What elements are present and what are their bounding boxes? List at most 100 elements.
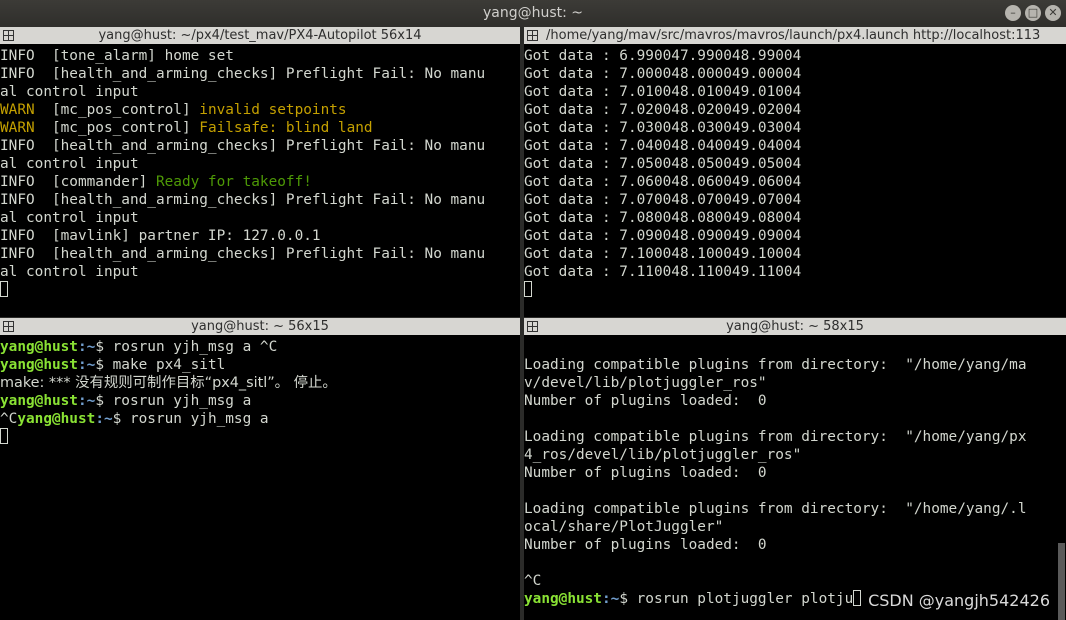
terminal-line: Got data : 7.080048.080049.08004 (524, 210, 802, 226)
log-segment: WARN (0, 102, 52, 118)
window-titlebar: yang@hust: ~ – □ ✕ (0, 0, 1066, 27)
terminal-line: yang@hust:~$ rosrun yjh_msg a (0, 392, 508, 410)
terminal-line: 4_ros/devel/lib/plotjuggler_ros" (524, 447, 802, 463)
terminal-line: Got data : 7.060048.060049.06004 (524, 174, 802, 190)
prompt-user: yang@hust (0, 339, 78, 355)
command-text: $ rosrun yjh_msg a (112, 411, 269, 427)
terminal-line: yang@hust:~$ rosrun yjh_msg a ^C (0, 338, 508, 356)
terminal-line: Got data : 7.020048.020049.02004 (524, 102, 802, 118)
terminal-line: make: *** 没有规则可制作目标“px4_sitl”。 停止。 (0, 374, 508, 392)
log-segment: INFO [commander] (0, 174, 156, 190)
log-segment: al control input (0, 210, 139, 226)
terminal-output[interactable]: Loading compatible plugins from director… (524, 338, 1054, 620)
log-segment: INFO [health_and_arming_checks] Prefligh… (0, 192, 486, 208)
prompt-user: yang@hust (17, 411, 96, 427)
terminal-line: Got data : 7.070048.070049.07004 (524, 192, 802, 208)
watermark-text: CSDN @yangjh542426 (868, 591, 1050, 610)
terminal-line: al control input (0, 209, 508, 227)
pane-header: yang@hust: ~ 56x15 (0, 318, 520, 335)
log-segment: invalid setpoints (199, 102, 347, 118)
terminal-line: ^Cyang@hust:~$ rosrun yjh_msg a (0, 410, 508, 428)
terminal-line: INFO [health_and_arming_checks] Prefligh… (0, 137, 508, 155)
terminal-line: Loading compatible plugins from director… (524, 357, 1027, 373)
window-title: yang@hust: ~ (482, 5, 584, 21)
terminal-line: Got data : 7.000048.000049.00004 (524, 66, 802, 82)
terminal-line: Loading compatible plugins from director… (524, 429, 1027, 445)
terminal-line: INFO [commander] Ready for takeoff! (0, 173, 508, 191)
terminal-line: WARN [mc_pos_control] invalid setpoints (0, 101, 508, 119)
terminal-line: Got data : 7.030048.030049.03004 (524, 120, 802, 136)
terminal-line (0, 428, 508, 446)
terminal-line: WARN [mc_pos_control] Failsafe: blind la… (0, 119, 508, 137)
prompt-path: :~ (77, 339, 96, 355)
pane-mavros-launch[interactable]: /home/yang/mav/src/mavros/mavros/launch/… (524, 27, 1066, 317)
terminal-cursor (0, 428, 8, 444)
terminal-line: al control input (0, 263, 508, 281)
pane-shell-56x15[interactable]: yang@hust: ~ 56x15 yang@hust:~$ rosrun y… (0, 318, 520, 620)
pane-title: yang@hust: ~/px4/test_mav/PX4-Autopilot … (98, 28, 422, 43)
scrollbar[interactable] (1057, 335, 1066, 620)
terminal-line: ^C (524, 573, 542, 589)
terminal-line: Number of plugins loaded: 0 (524, 465, 767, 481)
terminal-output[interactable]: yang@hust:~$ rosrun yjh_msg a ^C yang@hus… (0, 338, 508, 620)
terminal-line: Got data : 6.990047.990048.99004 (524, 48, 802, 64)
log-segment: INFO [health_and_arming_checks] Prefligh… (0, 138, 486, 154)
terminal-line: Number of plugins loaded: 0 (524, 537, 767, 553)
terminal-line: Got data : 7.090048.090049.09004 (524, 228, 802, 244)
pane-px4-sitl[interactable]: yang@hust: ~/px4/test_mav/PX4-Autopilot … (0, 27, 520, 317)
minimize-icon[interactable]: – (1005, 5, 1021, 21)
pane-title: yang@hust: ~ 56x15 (191, 319, 329, 334)
terminal-text: ^C (0, 411, 18, 427)
log-segment: al control input (0, 264, 139, 280)
log-segment: al control input (0, 84, 139, 100)
prompt-path: :~ (95, 411, 113, 427)
command-text: $ make px4_sitl (95, 357, 226, 373)
log-segment: INFO [health_and_arming_checks] Prefligh… (0, 66, 486, 82)
pane-header: /home/yang/mav/src/mavros/mavros/launch/… (524, 27, 1066, 44)
terminal-line: Got data : 7.110048.110049.11004 (524, 264, 802, 280)
terminal-line: INFO [health_and_arming_checks] Prefligh… (0, 65, 508, 83)
terminal-output[interactable]: Got data : 6.990047.990048.99004 Got data… (524, 47, 1054, 317)
terminal-cursor (0, 281, 8, 297)
log-segment: [mc_pos_control] (51, 102, 200, 118)
prompt-path: :~ (77, 393, 96, 409)
pane-title: /home/yang/mav/src/mavros/mavros/launch/… (546, 28, 1041, 43)
prompt-user: yang@hust (0, 357, 78, 373)
prompt-path: :~ (77, 357, 96, 373)
terminal-output[interactable]: INFO [tone_alarm] home set INFO [health_a… (0, 47, 508, 317)
terminal-line: INFO [tone_alarm] home set (0, 47, 508, 65)
log-segment: Ready for takeoff! (155, 174, 312, 190)
terminal-cursor (853, 590, 862, 606)
terminal-line: v/devel/lib/plotjuggler_ros" (524, 375, 767, 391)
command-text: $ rosrun plotjuggler plotju (619, 591, 854, 607)
terminal-line (524, 281, 1054, 299)
close-icon[interactable]: ✕ (1045, 5, 1061, 21)
terminal-line (0, 281, 508, 299)
terminal-line: INFO [health_and_arming_checks] Prefligh… (0, 191, 508, 209)
terminal-line: Loading compatible plugins from director… (524, 501, 1027, 517)
terminal-line: ocal/share/PlotJuggler" (524, 519, 724, 535)
scrollbar-thumb[interactable] (1058, 543, 1065, 620)
terminal-cursor (524, 281, 532, 297)
log-segment: Failsafe: blind land (199, 120, 373, 136)
prompt-user: yang@hust (524, 591, 602, 607)
terminal-line: Got data : 7.100048.100049.10004 (524, 246, 802, 262)
terminal-text: make: *** 没有规则可制作目标“px4_sitl”。 停止。 (0, 375, 337, 391)
prompt-user: yang@hust (0, 393, 78, 409)
terminal-line: Got data : 7.050048.050049.05004 (524, 156, 802, 172)
maximize-icon[interactable]: □ (1025, 5, 1041, 21)
terminal-line: INFO [health_and_arming_checks] Prefligh… (0, 245, 508, 263)
terminal-line: Number of plugins loaded: 0 (524, 393, 767, 409)
pane-title: yang@hust: ~ 58x15 (726, 319, 864, 334)
log-segment: WARN (0, 120, 52, 136)
log-segment: INFO [tone_alarm] home set (0, 48, 234, 64)
pane-shell-58x15[interactable]: yang@hust: ~ 58x15 Loading compatible pl… (524, 318, 1066, 620)
log-segment: al control input (0, 156, 139, 172)
log-segment: [mc_pos_control] (51, 120, 200, 136)
split-grid-icon[interactable] (527, 30, 538, 41)
log-segment: INFO [health_and_arming_checks] Prefligh… (0, 246, 486, 262)
terminal-line: yang@hust:~$ make px4_sitl (0, 356, 508, 374)
